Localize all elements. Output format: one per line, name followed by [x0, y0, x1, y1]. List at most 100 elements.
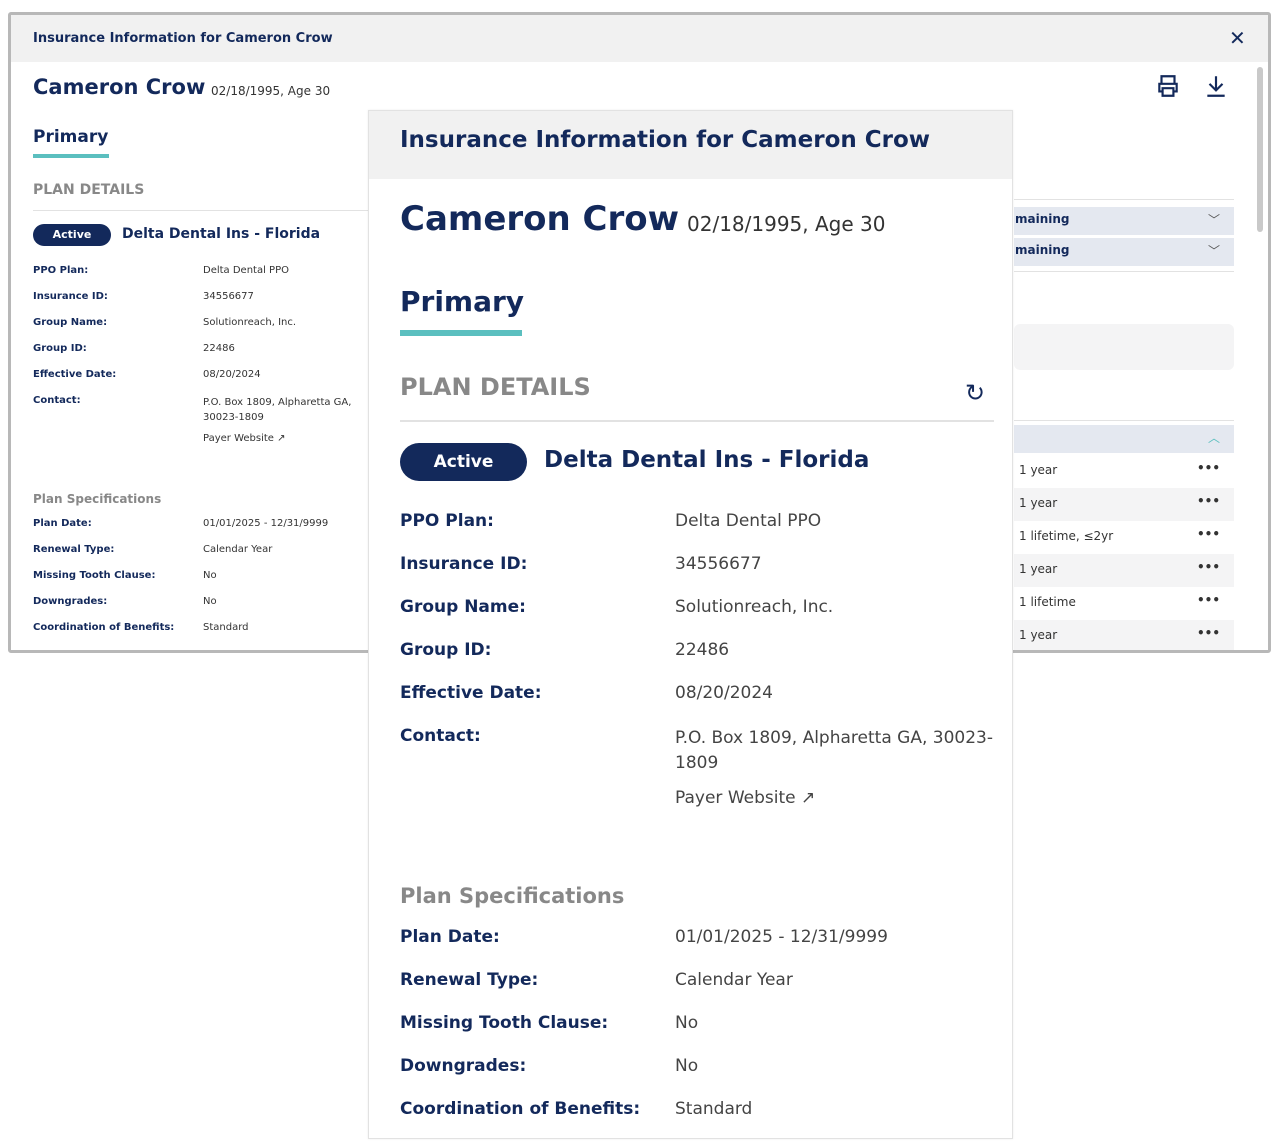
more-icon[interactable]: •••: [1197, 560, 1220, 574]
accordion-label: maining: [1015, 212, 1070, 226]
patient-dob: 02/18/1995, Age 30: [211, 84, 331, 98]
field-value: No: [675, 1013, 699, 1033]
field-label: Renewal Type:: [400, 970, 539, 990]
payer-website-link[interactable]: Payer Website ↗: [675, 788, 815, 808]
chevron-up-icon: ︿: [1207, 431, 1220, 445]
field-value: 01/01/2025 - 12/31/9999: [203, 518, 329, 529]
field-value: Calendar Year: [675, 970, 793, 990]
table-row: 1 lifetime •••: [1014, 587, 1234, 620]
frequency: 1 year: [1019, 463, 1058, 477]
status-badge: Active: [400, 443, 527, 481]
divider: [33, 210, 373, 211]
field-label: Insurance ID:: [33, 291, 108, 302]
accordion-header[interactable]: maining ﹀: [1014, 207, 1234, 235]
plan-specs-heading: Plan Specifications: [400, 884, 625, 908]
payer-website-link[interactable]: Payer Website ↗: [203, 433, 286, 444]
field-value: P.O. Box 1809, Alpharetta GA, 30023-1809: [203, 397, 352, 423]
carrier-name: Delta Dental Ins - Florida: [544, 447, 870, 473]
field-value: Delta Dental PPO: [675, 511, 822, 531]
divider: [400, 420, 994, 422]
frequency: 1 year: [1019, 562, 1058, 576]
modal-title: Insurance Information for Cameron Crow: [400, 127, 931, 153]
refresh-icon[interactable]: ↻: [965, 379, 985, 407]
frequency: 1 year: [1019, 496, 1058, 510]
field-label: Plan Date:: [33, 518, 92, 529]
patient-name: Cameron Crow: [400, 199, 680, 239]
accordion-label: maining: [1015, 243, 1070, 257]
frequency: 1 lifetime: [1019, 595, 1076, 609]
field-value: Delta Dental PPO: [203, 265, 289, 276]
more-icon[interactable]: •••: [1197, 626, 1220, 640]
field-label: Coordination of Benefits:: [400, 1099, 641, 1119]
accordion-header[interactable]: maining ﹀: [1014, 238, 1234, 266]
field-label: PPO Plan:: [33, 265, 89, 276]
table-row: 1 lifetime, ≤2yr •••: [1014, 521, 1234, 554]
more-icon[interactable]: •••: [1197, 494, 1220, 508]
field-label: Effective Date:: [33, 369, 117, 380]
field-label: Coordination of Benefits:: [33, 622, 175, 633]
field-label: Plan Date:: [400, 927, 500, 947]
status-badge: Active: [33, 224, 111, 246]
modal-title: Insurance Information for Cameron Crow: [33, 31, 333, 46]
table-row: 1 year •••: [1014, 554, 1234, 587]
chevron-down-icon: ﹀: [1207, 213, 1220, 227]
field-label: Missing Tooth Clause:: [400, 1013, 609, 1033]
field-value: Standard: [675, 1099, 753, 1119]
field-value: No: [675, 1056, 699, 1076]
field-value: No: [203, 570, 217, 581]
payer-website-label: Payer Website: [675, 788, 796, 808]
tab-primary[interactable]: Primary: [33, 127, 108, 147]
download-icon[interactable]: [1203, 73, 1229, 99]
close-icon[interactable]: ✕: [1229, 26, 1246, 50]
field-value: No: [203, 596, 217, 607]
field-label: Insurance ID:: [400, 554, 528, 574]
plan-specs-heading: Plan Specifications: [33, 492, 162, 506]
field-value: 01/01/2025 - 12/31/9999: [675, 927, 888, 947]
tab-primary[interactable]: Primary: [400, 285, 524, 318]
field-label: PPO Plan:: [400, 511, 494, 531]
field-label: Effective Date:: [400, 683, 542, 703]
printer-icon[interactable]: [1155, 73, 1181, 99]
table-row: 1 year •••: [1014, 488, 1234, 521]
external-link-icon: ↗: [277, 433, 286, 444]
field-label: Group ID:: [400, 640, 492, 660]
field-value: 22486: [675, 640, 730, 660]
more-icon[interactable]: •••: [1197, 461, 1220, 475]
plan-details-heading: PLAN DETAILS: [33, 182, 145, 198]
field-label: Group ID:: [33, 343, 87, 354]
patient-name: Cameron Crow: [33, 75, 206, 99]
field-value: 34556677: [675, 554, 762, 574]
chevron-down-icon: ﹀: [1207, 244, 1220, 258]
tab-underline: [33, 154, 109, 158]
field-value: Solutionreach, Inc.: [203, 317, 297, 328]
field-label: Downgrades:: [33, 596, 108, 607]
tab-underline: [400, 330, 522, 336]
field-label: Group Name:: [33, 317, 108, 328]
field-label: Group Name:: [400, 597, 526, 617]
info-box: [1014, 324, 1234, 370]
patient-dob: 02/18/1995, Age 30: [687, 212, 886, 236]
plan-details-heading: PLAN DETAILS: [400, 373, 591, 401]
field-value: P.O. Box 1809, Alpharetta GA, 30023-1809: [675, 728, 993, 773]
field-label: Missing Tooth Clause:: [33, 570, 156, 581]
field-label: Contact:: [400, 726, 481, 746]
divider: [1014, 420, 1234, 421]
field-value: Calendar Year: [203, 544, 273, 555]
accordion-header[interactable]: ︿: [1014, 425, 1234, 453]
divider: [1014, 271, 1234, 272]
table-row: 1 year •••: [1014, 455, 1234, 488]
frequency: 1 lifetime, ≤2yr: [1019, 529, 1114, 543]
field-value: Solutionreach, Inc.: [675, 597, 834, 617]
field-value: 08/20/2024: [203, 369, 261, 380]
field-value: 34556677: [203, 291, 254, 302]
more-icon[interactable]: •••: [1197, 593, 1220, 607]
scrollbar[interactable]: [1257, 67, 1263, 232]
zoomed-overlay: Insurance Information for Cameron Crow C…: [368, 110, 1013, 1139]
external-link-icon: ↗: [801, 788, 816, 808]
more-icon[interactable]: •••: [1197, 527, 1220, 541]
field-label: Contact:: [33, 395, 81, 406]
divider: [1014, 199, 1234, 200]
frequency: 1 year: [1019, 628, 1058, 642]
field-label: Downgrades:: [400, 1056, 527, 1076]
field-label: Renewal Type:: [33, 544, 115, 555]
